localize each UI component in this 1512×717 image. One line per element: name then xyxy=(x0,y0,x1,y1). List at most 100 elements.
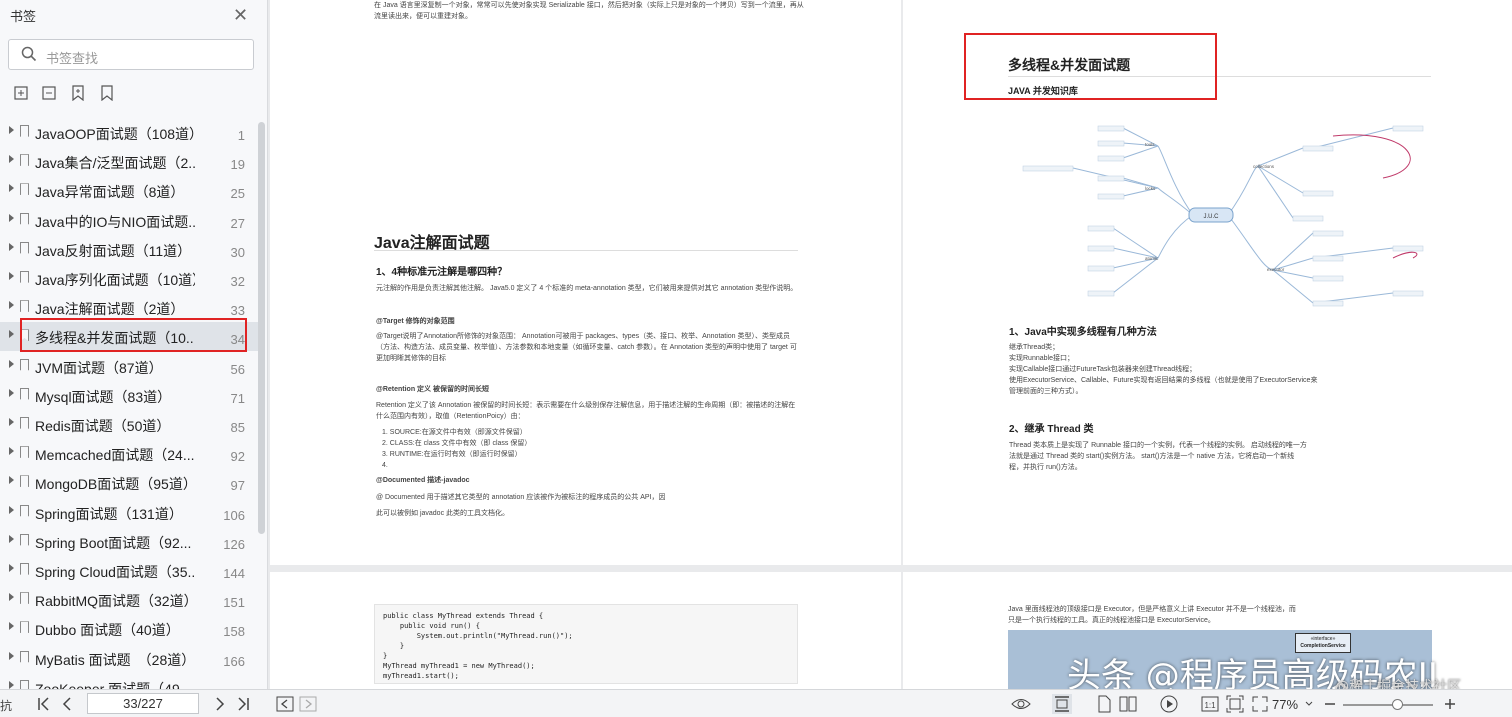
bookmark-label: JavaOOP面试题（108道） xyxy=(35,126,195,142)
bookmark-item[interactable]: JVM面试题（87道） 56 xyxy=(0,352,258,381)
bookmark-item[interactable]: Mysql面试题（83道） 71 xyxy=(0,381,258,410)
bookmark-label: Dubbo 面试题（40道） xyxy=(35,622,180,639)
bookmark-flag-icon xyxy=(20,358,29,371)
bookmark-label: Spring Boot面试题（92... xyxy=(35,534,192,551)
bookmark-item[interactable]: MongoDB面试题（95道） 97 xyxy=(0,468,258,497)
bookmark-item[interactable]: Java序列化面试题（10道） 32 xyxy=(0,264,258,293)
play-icon[interactable] xyxy=(1159,694,1179,714)
mindmap-node: tools xyxy=(1145,142,1155,147)
bookmark-item[interactable]: Redis面试题（50道） 85 xyxy=(0,410,258,439)
bookmark-item[interactable]: Java集合/泛型面试题（2... 19 xyxy=(0,147,258,176)
expand-arrow-icon[interactable] xyxy=(9,651,14,660)
bookmark-item[interactable]: Dubbo 面试题（40道） 158 xyxy=(0,614,258,643)
code-line: public class MyThread extends Thread { xyxy=(383,612,544,620)
expand-arrow-icon[interactable] xyxy=(9,622,14,631)
expand-arrow-icon[interactable] xyxy=(9,184,14,193)
bookmark-flag-icon xyxy=(20,154,29,167)
eye-icon[interactable] xyxy=(1011,694,1031,714)
bookmark-item[interactable]: Spring面试题（131道） 106 xyxy=(0,498,258,527)
zoom-level[interactable]: 77% xyxy=(1272,697,1298,712)
document-icon[interactable] xyxy=(1094,694,1114,714)
next-page-icon[interactable] xyxy=(210,694,230,714)
bookmark-label: Mysql面试题（83道） xyxy=(35,388,172,405)
add-bookmark-icon[interactable] xyxy=(13,85,29,101)
first-page-icon[interactable] xyxy=(34,694,54,714)
expand-arrow-icon[interactable] xyxy=(9,447,14,456)
svg-text:1:1: 1:1 xyxy=(1204,701,1216,710)
two-page-view-icon[interactable] xyxy=(1118,694,1138,714)
zoom-slider[interactable] xyxy=(1343,704,1433,706)
forward-icon[interactable] xyxy=(298,694,318,714)
expand-arrow-icon[interactable] xyxy=(9,534,14,543)
bookmark-flag-icon xyxy=(20,271,29,283)
bookmark-flag-icon xyxy=(20,592,29,605)
expand-arrow-icon[interactable] xyxy=(9,476,14,485)
bookmark-label: Java注解面试题（2道） xyxy=(35,301,185,318)
previous-page-icon[interactable] xyxy=(57,694,77,714)
bookmark-page-number: 19 xyxy=(230,157,245,173)
bookmark-label: Java集合/泛型面试题（2... xyxy=(35,155,195,172)
zoom-in-icon[interactable] xyxy=(1440,694,1460,714)
bookmark-item[interactable]: Java反射面试题（11道） 30 xyxy=(0,235,258,264)
bookmark-flag-icon xyxy=(20,417,29,429)
zoom-slider-handle[interactable] xyxy=(1392,699,1403,710)
expand-arrow-icon[interactable] xyxy=(9,330,14,339)
bookmark-label: Spring Cloud面试题（35... xyxy=(35,564,195,580)
expand-arrow-icon[interactable] xyxy=(9,680,14,689)
page-text: 使用ExecutorService、Callable、Future实现有返回结果… xyxy=(1009,377,1318,384)
code-line: public void run() { xyxy=(383,622,480,630)
remove-bookmark-icon[interactable] xyxy=(41,85,57,101)
expand-arrow-icon[interactable] xyxy=(9,213,14,222)
zoom-icon[interactable] xyxy=(1250,694,1270,714)
single-page-view-icon[interactable] xyxy=(1052,694,1072,714)
actual-size-icon[interactable]: 1:1 xyxy=(1200,694,1220,714)
close-icon[interactable]: ✕ xyxy=(233,5,248,26)
page-text: @ Documented 用于描述其它类型的 annotation 应该被作为被… xyxy=(376,494,666,501)
bookmark-item[interactable]: RabbitMQ面试题（32道） 151 xyxy=(0,585,258,614)
bookmark-page-number: 158 xyxy=(223,624,245,640)
zoom-out-icon[interactable] xyxy=(1320,694,1340,714)
bookmark-item[interactable]: Spring Cloud面试题（35... 144 xyxy=(0,556,258,585)
fit-page-icon[interactable] xyxy=(1225,694,1245,714)
bookmark-flag-icon xyxy=(20,533,29,546)
bookmark-flag-icon xyxy=(20,621,29,634)
bookmark-item[interactable]: Memcached面试题（24... 92 xyxy=(0,439,258,468)
bookmark-item[interactable]: Spring Boot面试题（92... 126 xyxy=(0,527,258,556)
bookmark-page-number: 151 xyxy=(223,595,245,611)
document-viewer: 在 Java 语言里深复制一个对象，常常可以先使对象实现 Serializabl… xyxy=(269,0,1512,689)
page-text: Java 里面线程池的顶级接口是 Executor，但是严格意义上讲 Execu… xyxy=(1008,606,1296,613)
expand-arrow-icon[interactable] xyxy=(9,301,14,310)
last-page-icon[interactable] xyxy=(233,694,253,714)
page-text: 实现Runnable接口； xyxy=(1009,355,1074,362)
bookmark-page-number: 33 xyxy=(230,303,245,319)
back-icon[interactable] xyxy=(275,694,295,714)
bookmark-item[interactable]: JavaOOP面试题（108道） 1 xyxy=(0,118,258,147)
expand-arrow-icon[interactable] xyxy=(9,359,14,368)
expand-arrow-icon[interactable] xyxy=(9,505,14,514)
expand-arrow-icon[interactable] xyxy=(9,388,14,397)
zoom-dropdown-icon[interactable] xyxy=(1304,694,1314,714)
expand-arrow-icon[interactable] xyxy=(9,126,14,134)
bookmark-item[interactable]: MyBatis 面试题 （28道） 166 xyxy=(0,644,258,673)
expand-arrow-icon[interactable] xyxy=(9,155,14,164)
code-line: System.out.println("MyThread.run()"); xyxy=(383,632,573,640)
expand-arrow-icon[interactable] xyxy=(9,418,14,426)
bookmark-page-number: 166 xyxy=(223,653,245,669)
expand-arrow-icon[interactable] xyxy=(9,593,14,602)
document-page-left: 在 Java 语言里深复制一个对象，常常可以先使对象实现 Serializabl… xyxy=(270,0,901,565)
bookmark-add-icon[interactable] xyxy=(70,85,86,101)
bookmark-label: Java序列化面试题（10道） xyxy=(35,272,195,288)
bookmark-label: JVM面试题（87道） xyxy=(35,359,163,376)
expand-arrow-icon[interactable] xyxy=(9,272,14,280)
page-number-input[interactable]: 33/227 xyxy=(87,693,199,714)
bookmark-flag-icon xyxy=(20,650,29,663)
sidebar-scrollbar[interactable] xyxy=(258,122,265,534)
bookmark-item[interactable]: Java中的IO与NIO面试题... 27 xyxy=(0,206,258,235)
bookmark-page-number: 30 xyxy=(230,244,245,260)
expand-arrow-icon[interactable] xyxy=(9,564,14,572)
bookmark-page-number: 144 xyxy=(223,566,245,581)
bookmark-search-input[interactable]: 书签查找 xyxy=(8,39,254,70)
bookmark-item[interactable]: Java异常面试题（8道） 25 xyxy=(0,176,258,205)
bookmark-icon[interactable] xyxy=(99,85,115,101)
expand-arrow-icon[interactable] xyxy=(9,242,14,251)
